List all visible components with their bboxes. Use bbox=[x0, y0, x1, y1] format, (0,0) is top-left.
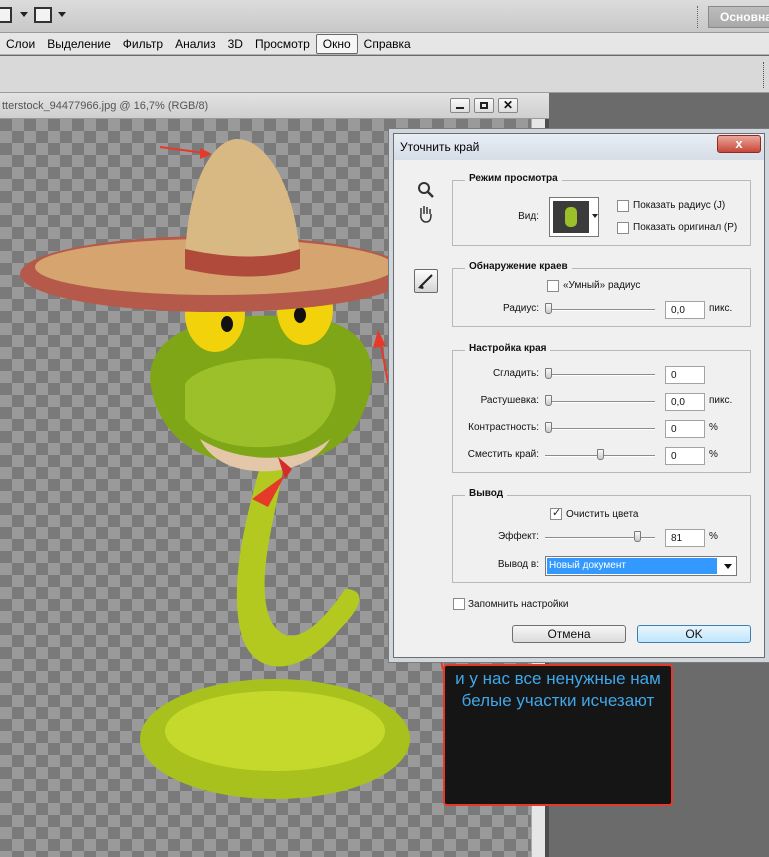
menu-3d[interactable]: 3D bbox=[222, 35, 249, 53]
adjust-edge-legend: Настройка края bbox=[465, 343, 551, 354]
chevron-down-icon bbox=[592, 214, 598, 218]
feather-label: Растушевка: bbox=[480, 395, 539, 406]
app-bar: Основна bbox=[0, 0, 769, 33]
smart-radius-checkbox[interactable] bbox=[547, 280, 559, 292]
radius-slider-thumb[interactable] bbox=[545, 303, 552, 314]
show-original-checkbox[interactable] bbox=[617, 222, 629, 234]
menu-filter[interactable]: Фильтр bbox=[117, 35, 169, 53]
contrast-slider[interactable] bbox=[545, 428, 655, 430]
shift-edge-slider-thumb[interactable] bbox=[597, 449, 604, 460]
view-mode-group: Режим просмотра Вид: Показать радиус (J)… bbox=[452, 173, 751, 246]
maximize-icon bbox=[480, 102, 488, 109]
output-to-value: Новый документ bbox=[547, 558, 717, 574]
layout-icon[interactable] bbox=[0, 7, 12, 23]
workspace-switcher[interactable]: Основна bbox=[708, 6, 769, 28]
show-original-label: Показать оригинал (P) bbox=[633, 222, 738, 233]
radius-input[interactable]: 0,0 bbox=[665, 301, 705, 319]
edge-detection-group: Обнаружение краев «Умный» радиус Радиус:… bbox=[452, 261, 751, 327]
smart-radius-label: «Умный» радиус bbox=[563, 280, 641, 291]
show-radius-checkbox[interactable] bbox=[617, 200, 629, 212]
chevron-down-icon bbox=[724, 564, 732, 569]
output-to-select[interactable]: Новый документ bbox=[545, 556, 737, 576]
maximize-button[interactable] bbox=[474, 98, 494, 113]
smooth-slider[interactable] bbox=[545, 374, 655, 376]
smooth-slider-thumb[interactable] bbox=[545, 368, 552, 379]
view-mode-legend: Режим просмотра bbox=[465, 173, 562, 184]
radius-label: Радиус: bbox=[503, 303, 539, 314]
menu-window[interactable]: Окно bbox=[315, 33, 358, 54]
sombrero-crown bbox=[185, 138, 300, 269]
hand-tool-icon[interactable] bbox=[416, 204, 440, 228]
snake-pupil-right bbox=[294, 307, 306, 323]
shift-edge-input[interactable]: 0 bbox=[665, 447, 705, 465]
adjust-edge-group: Настройка края Сгладить: 0 Растушевка: 0… bbox=[452, 343, 751, 473]
remember-settings-checkbox[interactable] bbox=[453, 598, 465, 610]
feather-slider[interactable] bbox=[545, 401, 655, 403]
feather-unit: пикс. bbox=[709, 395, 733, 406]
divider bbox=[697, 6, 698, 28]
panel-grip[interactable] bbox=[763, 62, 765, 88]
contrast-input[interactable]: 0 bbox=[665, 420, 705, 438]
snake-body bbox=[236, 449, 360, 667]
amount-label: Эффект: bbox=[497, 531, 539, 542]
snake-coil-highlight bbox=[165, 691, 385, 771]
view-label: Вид: bbox=[518, 211, 539, 222]
contrast-unit: % bbox=[709, 422, 718, 433]
menu-layers[interactable]: Слои bbox=[0, 35, 41, 53]
output-group: Вывод Очистить цвета Эффект: 81 % Вывод … bbox=[452, 488, 751, 583]
snake-pupil-left bbox=[221, 316, 233, 332]
dialog-close-button[interactable]: x bbox=[717, 135, 761, 153]
radius-slider[interactable] bbox=[545, 309, 655, 311]
arrow-hat bbox=[159, 146, 206, 154]
show-radius-label: Показать радиус (J) bbox=[633, 200, 726, 211]
smooth-label: Сгладить: bbox=[492, 368, 539, 379]
shift-edge-unit: % bbox=[709, 449, 718, 460]
dialog-title: Уточнить край bbox=[400, 140, 480, 154]
feather-input[interactable]: 0,0 bbox=[665, 393, 705, 411]
document-title-text: tterstock_94477966.jpg @ 16,7% (RGB/8) bbox=[2, 100, 209, 112]
ok-button[interactable]: OK bbox=[637, 625, 751, 643]
cancel-button[interactable]: Отмена bbox=[512, 625, 626, 643]
annotation-text: и у нас все ненужные нам белые участки и… bbox=[455, 669, 661, 710]
close-doc-button[interactable]: ✕ bbox=[498, 98, 518, 113]
zoom-tool-icon[interactable] bbox=[416, 180, 440, 204]
view-thumbnail[interactable] bbox=[549, 197, 599, 237]
feather-slider-thumb[interactable] bbox=[545, 395, 552, 406]
smooth-input[interactable]: 0 bbox=[665, 366, 705, 384]
menu-select[interactable]: Выделение bbox=[41, 35, 117, 53]
view-preview-icon bbox=[553, 201, 589, 233]
refine-radius-tool-icon[interactable] bbox=[414, 269, 438, 293]
dialog-titlebar[interactable]: Уточнить край bbox=[394, 134, 764, 160]
contrast-label: Контрастность: bbox=[468, 422, 539, 433]
edge-detection-legend: Обнаружение краев bbox=[465, 261, 572, 272]
amount-unit: % bbox=[709, 531, 718, 542]
decontaminate-checkbox[interactable] bbox=[550, 506, 562, 520]
chevron-down-icon[interactable] bbox=[20, 12, 28, 17]
menu-analysis[interactable]: Анализ bbox=[169, 35, 222, 53]
menu-view[interactable]: Просмотр bbox=[249, 35, 316, 53]
options-bar bbox=[0, 56, 769, 93]
annotation-box: и у нас все ненужные нам белые участки и… bbox=[443, 664, 673, 806]
close-icon: ✕ bbox=[503, 98, 514, 112]
radius-unit: пикс. bbox=[709, 303, 733, 314]
menu-bar: Слои Выделение Фильтр Анализ 3D Просмотр… bbox=[0, 33, 769, 55]
output-legend: Вывод bbox=[465, 488, 508, 499]
decontaminate-label: Очистить цвета bbox=[566, 509, 639, 520]
contrast-slider-thumb[interactable] bbox=[545, 422, 552, 433]
workspace-label: Основна bbox=[720, 10, 769, 24]
refine-edge-dialog: Уточнить край x Режим просмотра Вид: Пок… bbox=[393, 133, 765, 658]
minimize-icon bbox=[456, 107, 464, 109]
output-to-label: Вывод в: bbox=[497, 559, 539, 570]
menu-help[interactable]: Справка bbox=[358, 35, 417, 53]
amount-slider-thumb[interactable] bbox=[634, 531, 641, 542]
remember-settings-label: Запомнить настройки bbox=[468, 599, 569, 610]
minimize-button[interactable] bbox=[450, 98, 470, 113]
chevron-down-icon[interactable] bbox=[58, 12, 66, 17]
shift-edge-label: Сместить край: bbox=[467, 449, 539, 460]
screen-mode-icon[interactable] bbox=[34, 7, 52, 23]
amount-input[interactable]: 81 bbox=[665, 529, 705, 547]
